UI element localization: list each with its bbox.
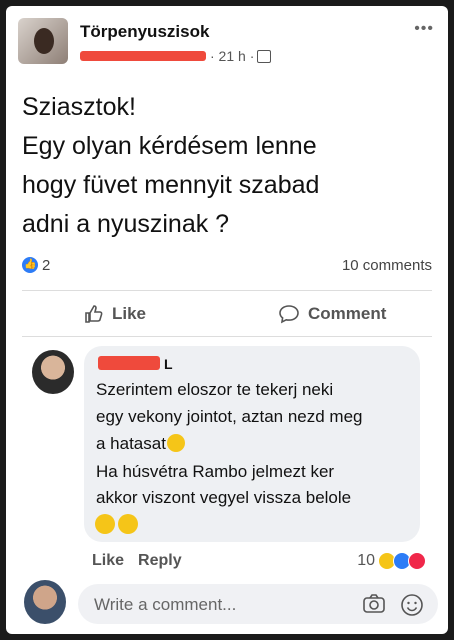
post-card: Törpenyuszisok · 21 h · ••• Sziasztok! E… [6,6,448,634]
comment-reaction-count: 10 [357,552,375,569]
comment-input[interactable] [92,584,336,626]
comment-reply-button[interactable]: Reply [138,552,182,569]
post-text-line: Egy olyan kérdésem lenne [22,132,317,160]
comment-like-button[interactable]: Like [92,552,124,569]
smile-icon[interactable] [400,593,424,617]
thumb-up-icon [85,305,103,323]
post-text-line: adni a nyuszinak ? [22,210,230,238]
like-button[interactable]: Like [84,304,146,324]
reaction-count[interactable]: 2 [42,257,50,274]
reaction-summary: 2 10 comments [22,256,432,278]
comment-count[interactable]: 10 comments [342,257,432,274]
post-text-line: hogy füvet mennyit szabad [22,171,320,199]
post-meta: · 21 h · [80,48,272,64]
divider [22,336,432,337]
comment-bubble: L Szerintem eloszor te tekerj neki egy v… [84,346,420,542]
comment-icon [279,305,299,324]
comment-button[interactable]: Comment [278,304,386,324]
emoji-row [94,514,140,536]
comment-label: Comment [308,304,387,323]
divider [22,290,432,291]
more-icon[interactable]: ••• [414,20,434,38]
redacted-commenter-name [98,356,160,370]
comment-line: a hatasat [96,434,185,454]
comment-reactions[interactable]: 10 [357,552,426,570]
like-reaction-icon[interactable] [22,257,38,274]
commenter-name-fragment[interactable]: L [164,356,173,372]
group-name[interactable]: Törpenyuszisok [80,22,209,42]
post-text: Sziasztok! Egy olyan kérdésem lenne hogy… [22,88,442,244]
love-reaction-icon [408,552,426,570]
redacted-author-name [80,51,206,61]
camera-icon[interactable] [362,593,386,615]
comment-composer [78,584,438,626]
comment-line: Szerintem eloszor te tekerj neki [96,380,334,399]
comment-line: egy vekony jointot, aztan nezd meg [96,407,363,426]
post-text-line: Sziasztok! [22,93,136,121]
like-label: Like [112,304,147,323]
smiling-emoji-icon [95,514,115,534]
group-avatar[interactable] [18,18,68,64]
audience-icon [257,49,272,63]
post-header: Törpenyuszisok · 21 h · ••• [18,18,436,68]
laughing-emoji-icon [166,434,185,452]
commenter-avatar[interactable] [32,350,74,394]
current-user-avatar[interactable] [24,580,66,624]
upside-down-emoji-icon [118,514,138,534]
comment-line: akkor viszont vegyel vissza belole [96,488,352,507]
comment-line: Ha húsvétra Rambo jelmezt ker [96,462,335,481]
comment-line-text: a hatasat [96,434,166,453]
post-time[interactable]: · 21 h · [210,48,254,64]
comment-actions: Like Reply [92,552,196,570]
